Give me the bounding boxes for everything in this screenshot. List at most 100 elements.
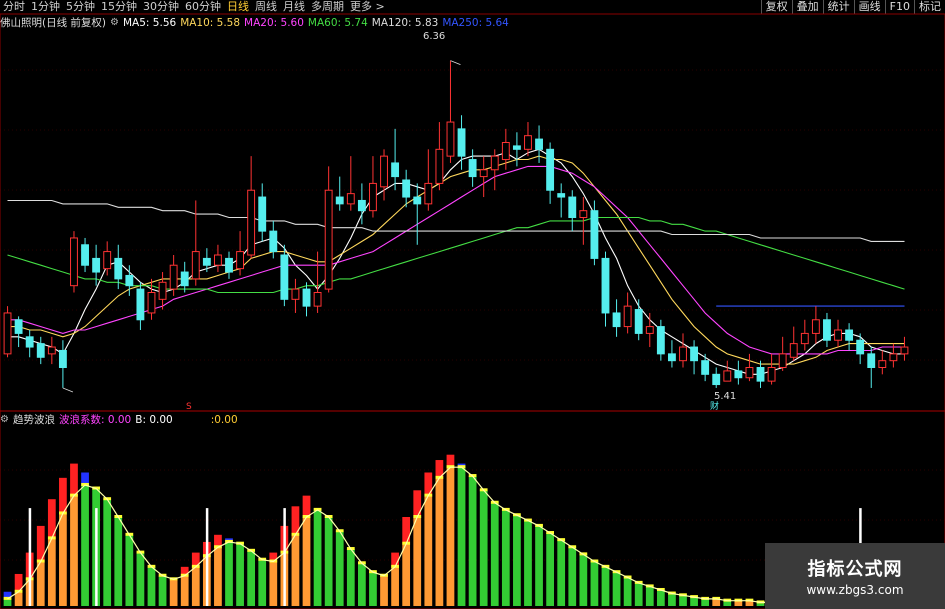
wave-bar: [358, 563, 366, 606]
candle-body: [856, 339, 865, 355]
candle-body: [745, 367, 754, 379]
candle-body: [324, 189, 333, 290]
candle-body: [357, 199, 366, 212]
wave-bar: [103, 499, 112, 606]
candle-body: [247, 189, 256, 256]
wave-bar: [701, 598, 710, 606]
wave-bar: [656, 589, 665, 606]
wave-bar: [380, 575, 388, 606]
candle-body: [656, 326, 665, 355]
candle-body: [81, 244, 89, 266]
wave-bar: [668, 593, 676, 606]
candle-body: [512, 145, 521, 150]
wave-bar: [147, 566, 156, 606]
watermark-url: www.zbgs3.com: [806, 583, 904, 597]
candle-body: [490, 155, 499, 171]
signal-bar: [28, 508, 32, 606]
candle-body: [557, 193, 566, 198]
wave-bar: [180, 575, 189, 606]
wave-bar: [634, 582, 643, 606]
wave-bar: [568, 547, 577, 606]
candle-body: [501, 142, 510, 161]
candle-body: [778, 353, 787, 369]
candle-body: [413, 196, 422, 205]
wave-bar: [612, 572, 621, 606]
wave-bar: [114, 517, 123, 606]
wave-bar: [269, 561, 278, 606]
wave-bar: [457, 467, 466, 606]
wave-bar: [590, 561, 599, 606]
candle-body: [236, 251, 245, 270]
candle-body: [690, 346, 699, 362]
ma120-line: [7, 199, 905, 242]
candle-body: [823, 319, 831, 341]
wave-bar: [524, 520, 532, 606]
candle-body: [14, 319, 23, 334]
wave-bar: [369, 572, 377, 606]
watermark-title: 指标公式网: [807, 559, 903, 580]
wave-bar: [446, 467, 455, 606]
candle-body: [734, 370, 743, 379]
wave-bar: [490, 502, 499, 606]
candle-body: [878, 360, 887, 369]
ma5-line: [7, 148, 905, 375]
candle-body: [380, 155, 388, 188]
wave-cap: [302, 495, 311, 517]
moving-average-lines: [7, 148, 905, 375]
event-marker-s[interactable]: S: [186, 402, 192, 412]
signal-bar: [205, 508, 209, 606]
wave-bar: [513, 515, 521, 606]
wave-bar: [136, 552, 145, 606]
candle-body: [811, 319, 820, 334]
candle-body: [70, 237, 78, 287]
wave-bar: [169, 579, 178, 606]
candle-body: [58, 349, 67, 369]
wave-bar: [236, 543, 244, 606]
candle-body: [103, 251, 112, 270]
wave-bar: [258, 559, 267, 606]
candle-body: [191, 251, 200, 280]
wave-bar: [81, 484, 89, 606]
candle-body: [435, 148, 444, 184]
candle-body: [114, 257, 123, 280]
candle-body: [424, 182, 433, 205]
wave-bar: [59, 513, 67, 606]
candle-body: [789, 343, 798, 358]
wave-bar: [125, 534, 134, 606]
candle-body: [391, 162, 400, 178]
candle-body: [169, 264, 178, 290]
annotations: 6.36 5.41 S 财: [186, 31, 736, 412]
ma10-line: [7, 155, 905, 365]
candle-body: [579, 210, 588, 219]
candle-body: [601, 257, 610, 314]
candle-body: [335, 196, 344, 205]
wave-bar: [3, 598, 12, 606]
wave-bar: [247, 550, 256, 606]
candle-body: [679, 346, 687, 362]
candle-body: [634, 309, 643, 334]
wave-bar: [214, 547, 222, 606]
high-marker-line: [450, 60, 461, 66]
wave-bar: [302, 517, 311, 606]
candle-body: [125, 274, 134, 287]
wave-bar: [679, 595, 687, 606]
candle-body: [47, 346, 56, 355]
wave-bar: [291, 534, 300, 606]
candle-body: [546, 148, 555, 191]
watermark: 指标公式网 www.zbgs3.com: [765, 543, 945, 609]
wave-cap: [70, 463, 78, 496]
candle-body: [667, 353, 676, 362]
candle-body: [446, 121, 455, 157]
wave-bar: [47, 538, 56, 606]
wave-bar: [158, 575, 167, 606]
wave-bar: [424, 495, 433, 606]
candle-body: [524, 135, 532, 150]
wave-bar: [535, 525, 543, 606]
event-marker-finance[interactable]: 财: [710, 400, 719, 412]
candle-body: [889, 353, 898, 362]
candle-body: [457, 128, 466, 157]
chart-canvas[interactable]: 6.36 5.41 S 财: [0, 0, 945, 609]
candle-body: [346, 193, 355, 205]
candle-body: [800, 332, 809, 345]
candle-body: [269, 230, 278, 253]
